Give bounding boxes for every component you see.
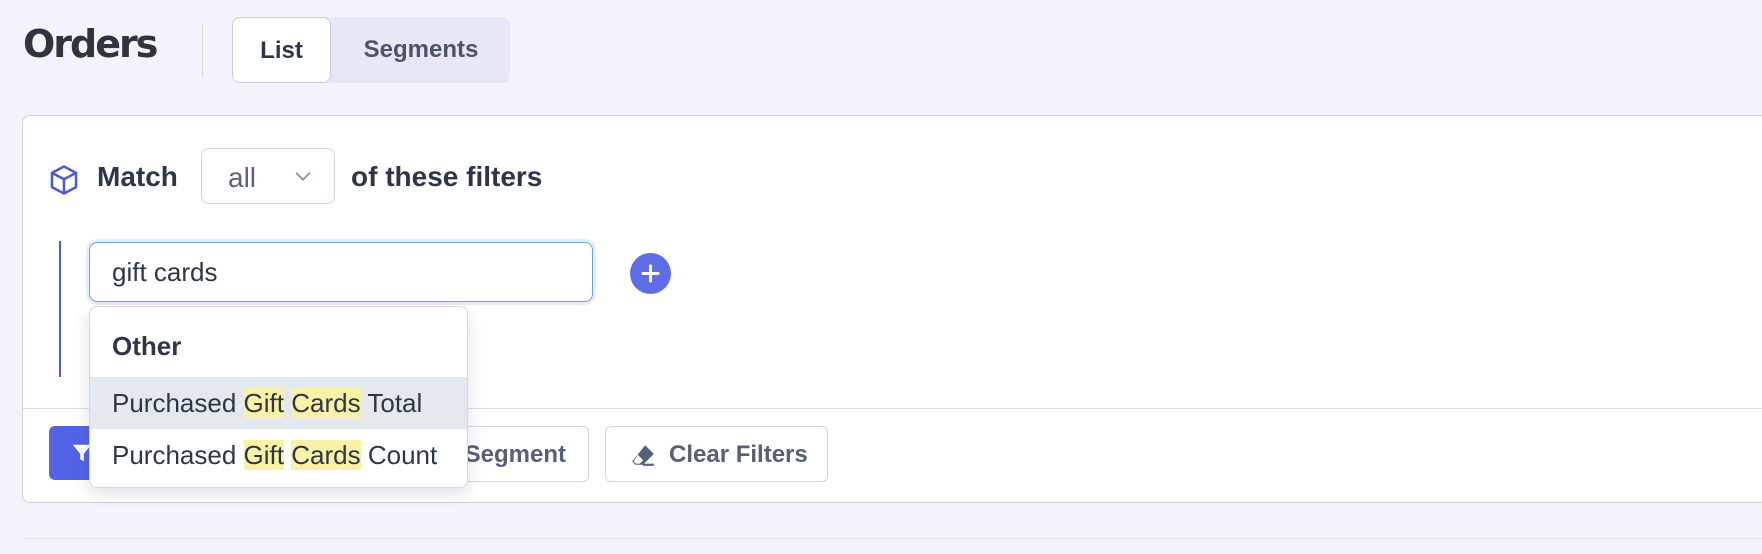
match-suffix-label: of these filters bbox=[351, 161, 543, 192]
item-prefix: Purchased bbox=[112, 440, 237, 470]
item-prefix: Purchased bbox=[112, 388, 237, 418]
tab-list[interactable]: List bbox=[232, 17, 331, 83]
filter-search-input[interactable] bbox=[89, 242, 593, 302]
tab-segments[interactable]: Segments bbox=[332, 17, 510, 83]
eraser-icon bbox=[632, 445, 654, 466]
page-header: Orders List Segments bbox=[0, 0, 1762, 100]
dropdown-item-purchased-gift-cards-total[interactable]: Purchased Gift Cards Total bbox=[90, 377, 467, 429]
page-title: Orders bbox=[23, 22, 158, 66]
item-suffix: Total bbox=[367, 388, 423, 418]
save-segment-label: Segment bbox=[464, 441, 566, 468]
filter-group-line bbox=[59, 241, 61, 377]
item-suffix: Count bbox=[367, 440, 438, 470]
filter-suggestions-dropdown: Other Purchased Gift Cards Total Purchas… bbox=[89, 306, 468, 488]
clear-filters-label: Clear Filters bbox=[669, 441, 808, 468]
dropdown-item-purchased-gift-cards-count[interactable]: Purchased Gift Cards Count bbox=[90, 429, 467, 481]
view-tabs: List Segments bbox=[232, 17, 510, 83]
add-filter-button[interactable] bbox=[630, 253, 671, 294]
header-divider bbox=[202, 23, 203, 78]
chevron-down-icon bbox=[295, 172, 311, 181]
match-select-value: all bbox=[228, 162, 257, 193]
plus-icon bbox=[641, 264, 660, 283]
item-highlight: Gift bbox=[243, 388, 284, 418]
item-highlight: Cards bbox=[291, 388, 361, 418]
page-divider bbox=[22, 538, 1762, 539]
dropdown-group-label: Other bbox=[112, 331, 182, 361]
match-label: Match bbox=[97, 161, 178, 192]
item-highlight: Gift bbox=[243, 440, 284, 470]
item-highlight: Cards bbox=[291, 440, 361, 470]
match-select[interactable]: all bbox=[201, 148, 335, 204]
cube-icon bbox=[50, 165, 78, 195]
clear-filters-button[interactable]: Clear Filters bbox=[605, 426, 828, 482]
